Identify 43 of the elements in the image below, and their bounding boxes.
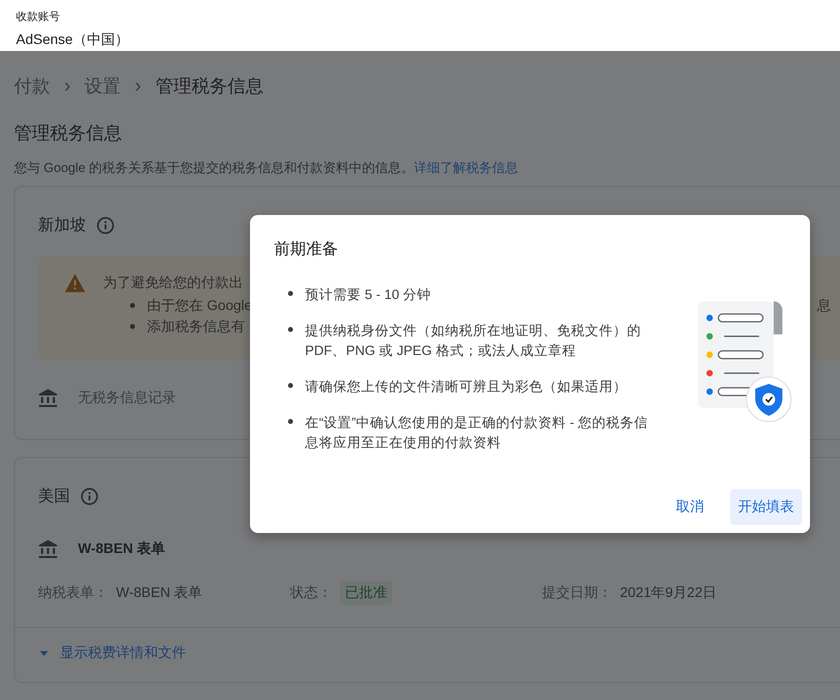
learn-more-link[interactable]: 详细了解税务信息: [414, 160, 518, 175]
field-label: 状态：: [290, 584, 332, 602]
bullet-icon: [130, 303, 135, 308]
cancel-button[interactable]: 取消: [668, 489, 712, 525]
dialog-list-item: 预计需要 5 - 10 分钟: [305, 286, 432, 304]
dialog-list-item: 提供纳税身份文件（如纳税所在地证明、免税文件）的 PDF、PNG 或 JPEG 格式；或法人成立章程: [305, 322, 642, 360]
dialog-list-item: 请确保您上传的文件清晰可辨且为彩色（如果适用）: [305, 378, 627, 396]
form-title: W-8BEN 表单: [78, 540, 165, 558]
warning-text: 由于您在 Google: [147, 296, 252, 314]
bullet-icon: [288, 419, 293, 424]
page-title: 管理税务信息: [14, 122, 123, 145]
bank-icon: [38, 539, 58, 559]
dialog-title: 前期准备: [274, 240, 339, 260]
breadcrumb-separator: ›: [134, 74, 142, 98]
field-label: 提交日期：: [542, 584, 612, 602]
field-value: W-8BEN 表单: [116, 584, 202, 602]
status-badge: 已批准: [340, 581, 392, 605]
warning-text: 息: [817, 296, 831, 314]
caret-icon: [40, 650, 48, 656]
bullet-icon: [130, 324, 135, 329]
country-name: 新加坡: [38, 216, 86, 236]
warning-text: 添加税务信息有: [147, 318, 245, 336]
breadcrumb-link[interactable]: 设置: [84, 74, 121, 98]
country-name: 美国: [38, 486, 70, 506]
empty-record-text: 无税务信息记录: [78, 389, 176, 407]
breadcrumb-link[interactable]: 付款: [14, 74, 50, 98]
bank-icon: [38, 388, 58, 408]
details-expander-link[interactable]: 显示税费详情和文件: [60, 644, 186, 662]
bullet-icon: [288, 383, 293, 388]
account-name: AdSense（中国）: [16, 30, 130, 48]
field-value: 2021年9月22日: [620, 584, 717, 602]
start-button[interactable]: 开始填表: [730, 489, 802, 525]
field-label: 纳税表单：: [38, 584, 108, 602]
description-text: 您与 Google 的税务关系基于您提交的税务信息和付款资料中的信息。详细了解税务信息: [14, 159, 520, 177]
breadcrumb-separator: ›: [64, 74, 71, 98]
bullet-icon: [288, 327, 293, 332]
account-label: 收款账号: [16, 10, 61, 24]
info-icon[interactable]: [80, 486, 99, 506]
warning-icon: [64, 273, 86, 293]
warning-title: 为了避免给您的付款出: [103, 274, 243, 292]
dialog-list-item: 在“设置”中确认您使用的是正确的付款资料 - 您的税务信息将应用至正在使用的付款资料: [305, 414, 649, 452]
bullet-icon: [288, 291, 293, 296]
info-icon[interactable]: [96, 216, 115, 234]
